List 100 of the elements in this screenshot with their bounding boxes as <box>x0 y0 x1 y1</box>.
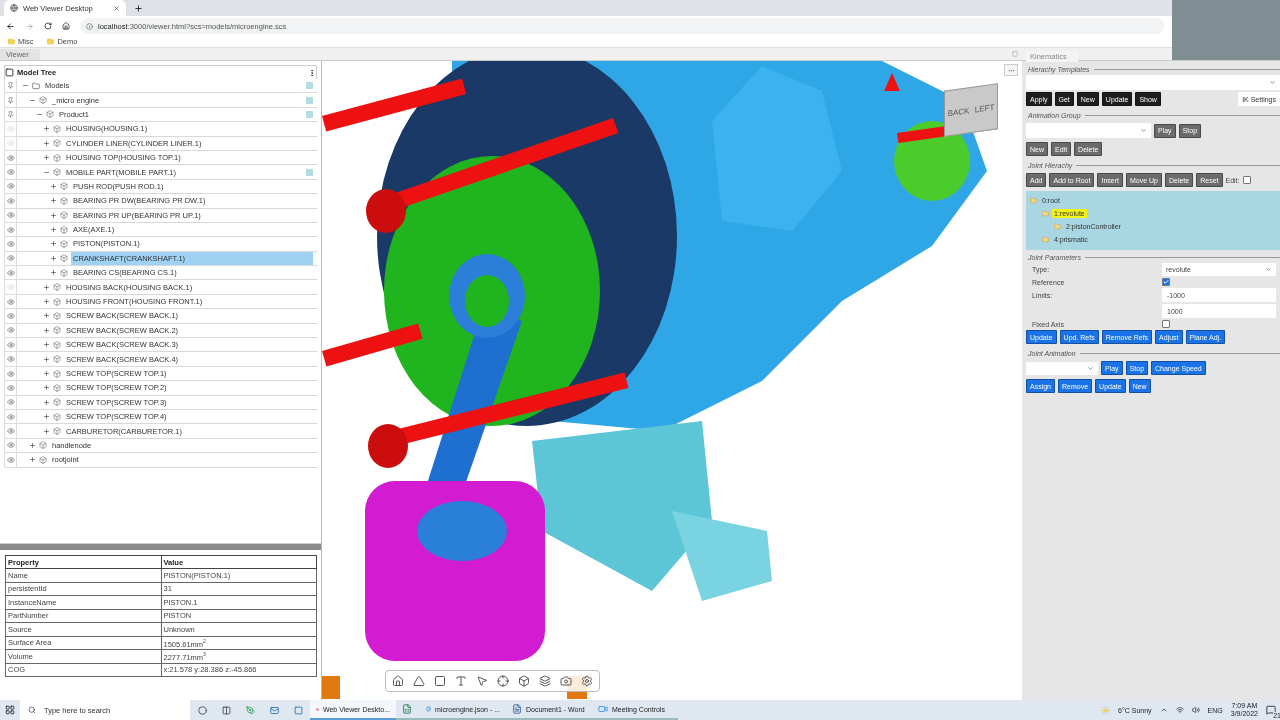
expand-toggle[interactable] <box>42 398 50 407</box>
eye-icon[interactable] <box>6 297 15 306</box>
plus-icon <box>42 125 50 133</box>
text-icon[interactable] <box>455 675 467 687</box>
expand-toggle[interactable] <box>49 254 57 263</box>
expand-toggle[interactable] <box>42 153 50 162</box>
eye-icon[interactable] <box>6 268 15 277</box>
view-cube[interactable]: BACK LEFT <box>944 83 998 137</box>
expand-toggle[interactable] <box>49 225 57 234</box>
video-icon <box>598 704 608 714</box>
chevron-down-icon <box>1140 127 1147 134</box>
plus-icon <box>42 341 50 349</box>
eye-icon[interactable] <box>6 340 15 349</box>
folder-icon <box>1042 236 1049 243</box>
expand-toggle[interactable] <box>42 383 50 392</box>
expand-toggle[interactable] <box>42 124 50 133</box>
eye-icon[interactable] <box>6 182 15 191</box>
expand-toggle[interactable] <box>49 268 57 277</box>
plus-icon <box>42 312 50 320</box>
part-icon <box>53 427 61 436</box>
tree-mode-icon[interactable] <box>5 68 14 77</box>
eye-icon[interactable] <box>6 383 15 392</box>
plus-icon <box>49 211 57 219</box>
expand-toggle[interactable] <box>42 412 50 421</box>
eye-icon[interactable] <box>6 311 15 320</box>
new-tab-icon[interactable] <box>134 3 143 13</box>
eye-icon[interactable] <box>6 427 15 436</box>
layers-icon[interactable] <box>539 675 551 687</box>
chevron-up-icon[interactable] <box>1159 706 1168 714</box>
expand-toggle[interactable] <box>49 196 57 205</box>
eye-icon[interactable] <box>6 326 15 335</box>
crosshair-icon[interactable] <box>497 675 509 687</box>
pointer-icon[interactable] <box>476 675 488 687</box>
expand-toggle[interactable] <box>42 340 50 349</box>
checkbox[interactable] <box>1242 176 1251 184</box>
expand-toggle[interactable] <box>42 297 50 306</box>
expand-toggle[interactable] <box>42 427 50 436</box>
part-icon <box>53 355 61 364</box>
part-icon <box>53 297 61 306</box>
folder-icon <box>47 38 55 45</box>
pen-icon[interactable] <box>245 705 255 715</box>
expand-toggle[interactable] <box>42 326 50 335</box>
eye-icon[interactable] <box>6 398 15 407</box>
home-icon[interactable] <box>392 675 404 687</box>
camera-icon[interactable] <box>560 675 572 687</box>
folder-icon <box>8 38 15 45</box>
sun-icon <box>1101 705 1111 715</box>
eye-icon[interactable] <box>6 369 15 378</box>
eye-icon[interactable] <box>6 254 15 263</box>
eye-icon[interactable] <box>6 355 15 364</box>
spreadsheet-icon <box>402 704 412 714</box>
eye-icon[interactable] <box>6 225 15 234</box>
task-view-icon[interactable] <box>221 705 231 715</box>
pin-icon[interactable] <box>7 110 14 118</box>
back-icon[interactable] <box>6 21 15 31</box>
chevron-down-icon <box>1087 364 1094 372</box>
eye-icon[interactable] <box>6 240 15 248</box>
expand-toggle[interactable] <box>49 211 57 220</box>
circle-icon[interactable] <box>197 705 207 715</box>
close-icon[interactable] <box>113 4 120 12</box>
eye-icon[interactable] <box>6 211 15 220</box>
expand-toggle[interactable] <box>28 441 36 450</box>
part-icon <box>53 340 61 349</box>
triangle-icon[interactable] <box>413 675 425 687</box>
store-icon[interactable] <box>293 705 303 715</box>
part-icon <box>60 240 68 248</box>
part-icon <box>53 398 61 407</box>
folder-icon <box>32 81 40 90</box>
part-icon <box>53 326 61 335</box>
network-icon[interactable] <box>1175 706 1184 714</box>
expand-toggle[interactable] <box>42 283 50 292</box>
forward-icon[interactable] <box>25 21 34 31</box>
plus-icon <box>28 456 36 464</box>
home-icon[interactable] <box>62 22 70 30</box>
expand-toggle[interactable] <box>49 182 57 191</box>
expand-toggle[interactable] <box>42 139 50 148</box>
chevron-down-icon <box>1269 79 1276 86</box>
menu-icon[interactable] <box>308 68 316 77</box>
checkbox[interactable] <box>1162 278 1170 286</box>
cube-icon[interactable] <box>518 675 530 687</box>
eye-icon[interactable] <box>6 412 15 421</box>
pin-icon[interactable] <box>7 82 14 90</box>
expand-toggle[interactable] <box>42 369 50 378</box>
reload-icon[interactable] <box>44 22 52 30</box>
eye-icon[interactable] <box>6 455 15 464</box>
expand-toggle[interactable] <box>42 355 50 364</box>
pin-icon[interactable] <box>7 96 14 104</box>
volume-icon[interactable] <box>1191 706 1200 714</box>
expand-toggle[interactable] <box>42 311 50 320</box>
checkbox[interactable] <box>1162 320 1170 328</box>
document-icon <box>512 704 522 714</box>
eye-icon[interactable] <box>6 168 15 177</box>
eye-icon[interactable] <box>6 196 15 205</box>
expand-toggle[interactable] <box>49 240 57 248</box>
eye-icon[interactable] <box>6 441 15 450</box>
expand-toggle[interactable] <box>28 455 36 464</box>
square-icon[interactable] <box>434 675 446 687</box>
eye-icon[interactable] <box>6 153 15 162</box>
mail-icon[interactable] <box>269 705 279 715</box>
settings-icon[interactable] <box>581 675 593 687</box>
